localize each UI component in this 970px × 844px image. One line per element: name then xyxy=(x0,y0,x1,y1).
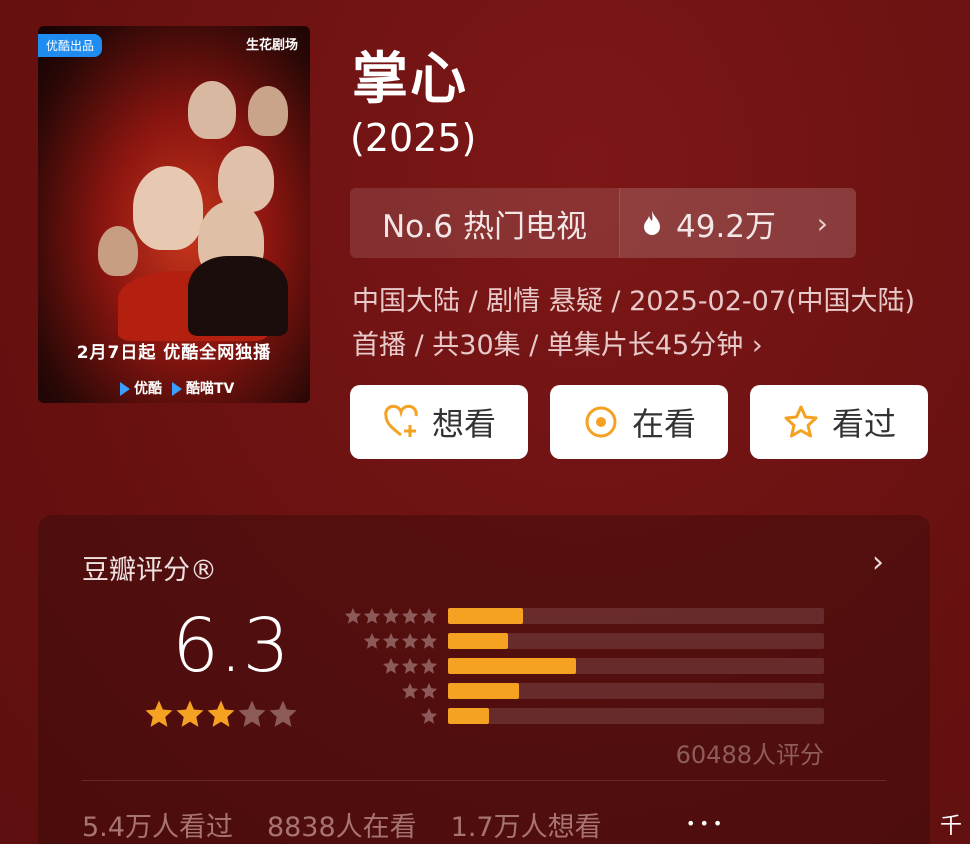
poster-platforms: 优酷 酷喵TV xyxy=(120,378,234,398)
want-count[interactable]: 1.7万人想看 xyxy=(451,805,602,844)
heat-section: 49.2万 › xyxy=(620,188,856,258)
rating-distribution-row xyxy=(338,678,824,703)
chevron-right-icon: › xyxy=(816,206,828,240)
play-icon xyxy=(120,382,130,396)
rating-header: 豆瓣评分® xyxy=(82,555,217,586)
viewer-stats: 5.4万人看过 8838人在看 1.7万人想看 xyxy=(82,805,602,844)
show-info[interactable]: 中国大陆 / 剧情 悬疑 / 2025-02-07(中国大陆)首播 / 共30集… xyxy=(352,280,942,368)
poster-figure xyxy=(188,256,288,336)
star-icon xyxy=(420,607,438,624)
star-icon xyxy=(145,700,173,727)
heart-plus-icon xyxy=(384,404,418,437)
rating-bar-fill xyxy=(448,707,490,724)
rating-row-stars xyxy=(338,707,438,725)
star-outline-icon xyxy=(784,405,818,438)
star-icon xyxy=(269,700,297,727)
rating-distribution-row xyxy=(338,628,824,653)
poster-caption: 2月7日起 优酷全网独播 xyxy=(76,343,272,363)
watched-label: 看过 xyxy=(831,405,896,443)
star-icon xyxy=(207,700,235,727)
poster-figure xyxy=(248,86,288,136)
star-icon xyxy=(382,607,400,624)
rating-row-stars xyxy=(338,632,438,650)
poster-studio-logo: 生花剧场 xyxy=(245,38,298,53)
watermark-dots: ••• xyxy=(686,814,727,833)
poster-image[interactable]: 优酷出品 生花剧场 2月7日起 优酷全网独播 优酷 酷喵TV xyxy=(38,26,310,403)
rating-count[interactable]: 60488人评分 xyxy=(676,735,824,770)
rating-bar-fill xyxy=(448,657,576,674)
star-icon xyxy=(363,607,381,624)
play-icon xyxy=(172,382,182,396)
poster-figure xyxy=(188,81,236,139)
rating-bar-fill xyxy=(448,632,509,649)
show-title: 掌心 xyxy=(352,47,468,112)
watching-label: 在看 xyxy=(631,405,696,443)
watched-count[interactable]: 5.4万人看过 xyxy=(82,805,233,844)
star-icon xyxy=(382,632,400,649)
star-icon xyxy=(401,607,419,624)
rank-bar[interactable]: No.6 热门电视 49.2万 › xyxy=(350,188,856,258)
chevron-right-icon[interactable]: › xyxy=(872,545,884,580)
rating-distribution-row xyxy=(338,703,824,728)
want-to-watch-label: 想看 xyxy=(431,405,496,443)
score-stars xyxy=(144,699,298,729)
show-year: (2025) xyxy=(350,116,477,160)
rating-bar-track xyxy=(448,657,824,674)
watched-button[interactable]: 看过 xyxy=(750,385,928,459)
rating-bar-track xyxy=(448,682,824,699)
target-icon xyxy=(585,406,617,438)
rating-bar-track xyxy=(448,632,824,649)
rating-card: 豆瓣评分® › 6.3 60488人评分 5.4万人看过 8838人在看 1.7… xyxy=(38,515,930,844)
star-icon xyxy=(382,657,400,674)
flame-icon xyxy=(644,211,660,235)
star-icon xyxy=(401,657,419,674)
rank-label: No.6 热门电视 xyxy=(350,188,620,258)
rating-row-stars xyxy=(338,607,438,625)
rating-bar-fill xyxy=(448,607,524,624)
want-to-watch-button[interactable]: 想看 xyxy=(350,385,528,459)
rating-distribution-row xyxy=(338,603,824,628)
rating-row-stars xyxy=(338,682,438,700)
rating-row-stars xyxy=(338,657,438,675)
rating-score: 6.3 xyxy=(172,603,290,689)
action-buttons: 想看 在看 看过 xyxy=(350,385,928,459)
rating-bar-track xyxy=(448,707,824,724)
rating-bar-fill xyxy=(448,682,520,699)
star-icon xyxy=(176,700,204,727)
star-icon xyxy=(401,632,419,649)
page: 优酷出品 生花剧场 2月7日起 优酷全网独播 优酷 酷喵TV 掌心 (2025)… xyxy=(0,0,970,844)
poster-badge: 优酷出品 xyxy=(38,34,103,57)
watching-count[interactable]: 8838人在看 xyxy=(267,805,417,844)
rating-distribution-row xyxy=(338,653,824,678)
star-icon xyxy=(420,632,438,649)
rating-bar-track xyxy=(448,607,824,624)
star-icon xyxy=(420,682,438,699)
poster-figure xyxy=(133,166,203,250)
star-icon xyxy=(401,682,419,699)
star-icon xyxy=(238,700,266,727)
poster-platform-kumiao: 酷喵TV xyxy=(172,378,234,398)
heat-value: 49.2万 xyxy=(676,208,777,245)
star-icon xyxy=(420,657,438,674)
poster-figure xyxy=(98,226,138,276)
star-icon xyxy=(363,632,381,649)
watermark-char: 千 xyxy=(940,814,963,839)
star-icon xyxy=(420,707,438,724)
star-icon xyxy=(344,607,362,624)
rating-distribution xyxy=(338,603,824,728)
watching-button[interactable]: 在看 xyxy=(550,385,728,459)
poster-platform-youku: 优酷 xyxy=(120,378,162,398)
divider xyxy=(82,780,886,781)
